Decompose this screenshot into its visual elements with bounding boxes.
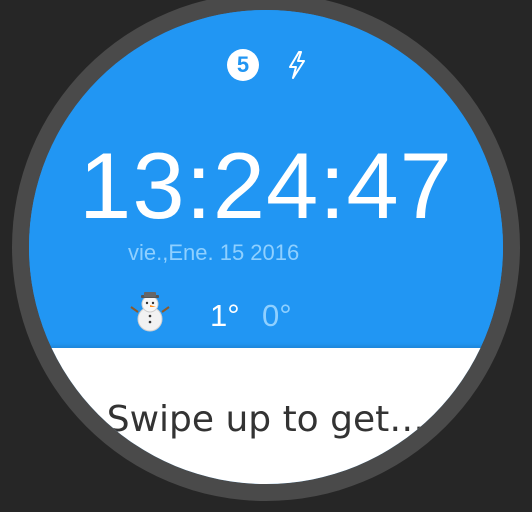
bolt-icon — [289, 51, 305, 79]
temperature-low: 0° — [262, 298, 292, 333]
screen: 5 13:24:47 vie.,Ene. 15 2016 1° 0° Swipe… — [0, 0, 532, 512]
snowman-icon — [130, 292, 170, 332]
swipe-hint-text: Swipe up to get… — [106, 399, 426, 440]
date-display: vie.,Ene. 15 2016 — [128, 240, 300, 265]
notification-count-badge: 5 — [227, 49, 259, 81]
temperature-high: 1° — [210, 298, 240, 333]
time-display: 13:24:47 — [79, 133, 453, 238]
watch-face[interactable]: 5 13:24:47 vie.,Ene. 15 2016 1° 0° Swipe… — [29, 10, 503, 484]
